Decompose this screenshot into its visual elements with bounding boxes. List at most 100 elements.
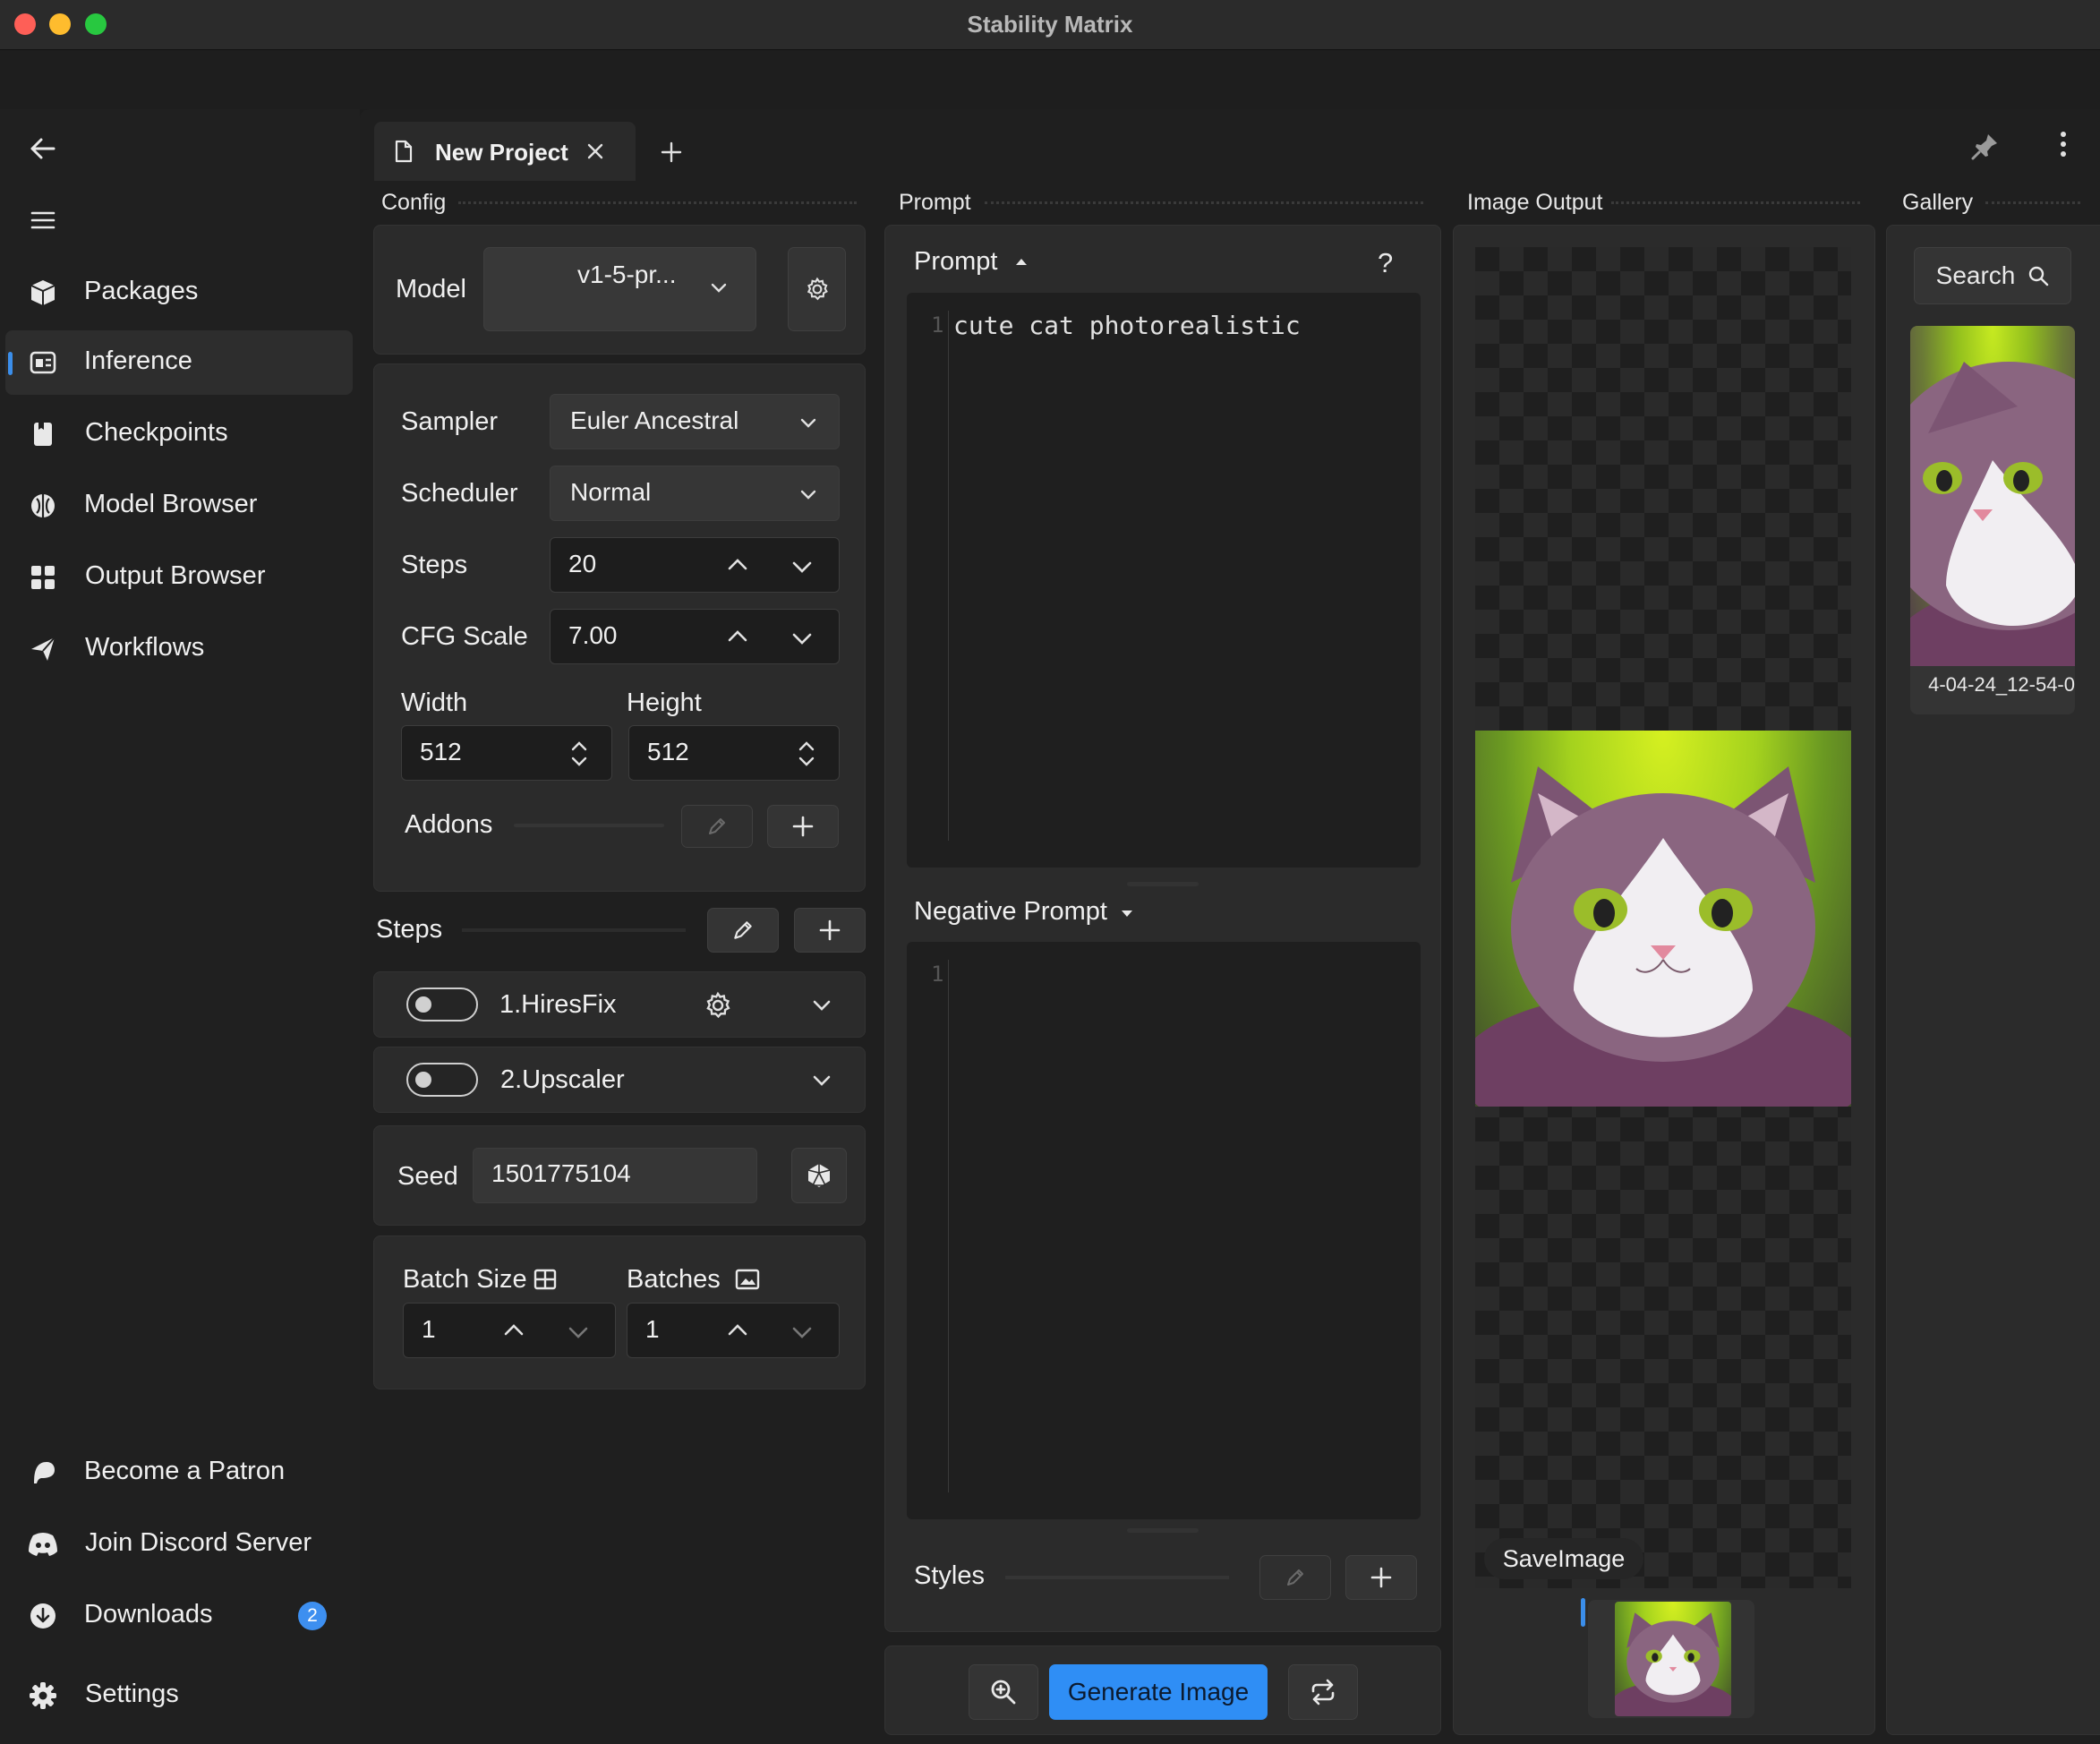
sampler-select[interactable]: Euler Ancestral bbox=[550, 394, 840, 449]
sidebar-item-downloads[interactable]: Downloads 2 bbox=[5, 1584, 353, 1648]
up-down-icon[interactable] bbox=[796, 739, 817, 769]
header-divider bbox=[985, 201, 1423, 204]
generate-image-button[interactable]: Generate Image bbox=[1049, 1664, 1268, 1720]
width-value: 512 bbox=[420, 738, 462, 765]
chevron-down-icon[interactable] bbox=[790, 1321, 814, 1343]
plus-icon bbox=[791, 815, 815, 838]
header-divider bbox=[1611, 201, 1860, 204]
hamburger-menu-icon[interactable] bbox=[27, 204, 59, 236]
step-item-upscaler[interactable]: 2.Upscaler bbox=[373, 1047, 866, 1113]
steps-stepper[interactable]: 20 bbox=[550, 537, 840, 593]
checkpoints-icon bbox=[27, 418, 59, 450]
pin-icon[interactable] bbox=[1970, 131, 2001, 161]
chevron-down-icon[interactable] bbox=[811, 997, 832, 1013]
close-tab-icon[interactable] bbox=[585, 141, 605, 161]
hiresfix-toggle[interactable] bbox=[406, 987, 478, 1022]
up-down-icon[interactable] bbox=[568, 739, 590, 769]
batches-stepper[interactable]: 1 bbox=[627, 1303, 840, 1358]
model-browser-icon bbox=[27, 490, 59, 522]
seed-input[interactable]: 1501775104 bbox=[473, 1148, 757, 1203]
config-header: Config bbox=[381, 190, 447, 215]
edit-steps-button[interactable] bbox=[707, 908, 779, 953]
model-label: Model bbox=[396, 275, 466, 303]
caret-down-icon[interactable] bbox=[1120, 908, 1134, 919]
add-step-button[interactable] bbox=[794, 908, 866, 953]
cfg-scale-stepper[interactable]: 7.00 bbox=[550, 609, 840, 664]
cfg-scale-label: CFG Scale bbox=[401, 622, 528, 651]
width-input[interactable]: 512 bbox=[401, 725, 612, 781]
height-input[interactable]: 512 bbox=[628, 725, 840, 781]
sidebar-item-label: Model Browser bbox=[84, 490, 258, 518]
sidebar-item-model-browser[interactable]: Model Browser bbox=[5, 474, 353, 538]
chevron-down-icon[interactable] bbox=[790, 628, 814, 649]
chevron-up-icon[interactable] bbox=[726, 1320, 749, 1341]
edit-addons-button[interactable] bbox=[681, 805, 753, 848]
sidebar-item-packages[interactable]: Packages bbox=[5, 261, 353, 325]
negative-prompt-editor[interactable]: 1 bbox=[907, 942, 1421, 1519]
chevron-down-icon[interactable] bbox=[790, 556, 814, 577]
add-style-button[interactable] bbox=[1345, 1555, 1417, 1600]
sidebar-item-settings[interactable]: Settings bbox=[5, 1663, 353, 1728]
tab-new-project[interactable]: New Project bbox=[374, 122, 636, 181]
save-image-label: SaveImage bbox=[1502, 1544, 1626, 1572]
plus-icon bbox=[1370, 1566, 1393, 1589]
model-select[interactable]: v1-5-pr... bbox=[483, 247, 756, 331]
model-settings-button[interactable] bbox=[788, 247, 846, 331]
steps-value: 20 bbox=[568, 550, 597, 577]
gallery-item-caption: 4-04-24_12-54-0 bbox=[1928, 673, 2075, 696]
chevron-down-icon[interactable] bbox=[811, 1073, 832, 1089]
batch-size-stepper[interactable]: 1 bbox=[403, 1303, 616, 1358]
back-arrow-icon[interactable] bbox=[27, 133, 59, 165]
chevron-up-icon[interactable] bbox=[502, 1320, 525, 1341]
pencil-icon bbox=[706, 816, 728, 837]
gear-icon[interactable] bbox=[704, 991, 732, 1020]
addons-label: Addons bbox=[405, 810, 493, 839]
sidebar-item-discord[interactable]: Join Discord Server bbox=[5, 1512, 353, 1577]
sidebar-item-output-browser[interactable]: Output Browser bbox=[5, 545, 353, 610]
prompt-editor[interactable]: 1 cute cat photorealistic bbox=[907, 293, 1421, 868]
auto-repeat-button[interactable] bbox=[1288, 1664, 1358, 1720]
chevron-up-icon[interactable] bbox=[726, 626, 749, 647]
prompt-text: cute cat photorealistic bbox=[953, 311, 1301, 340]
random-seed-button[interactable] bbox=[791, 1148, 847, 1203]
step-item-label: 1.HiresFix bbox=[499, 990, 617, 1019]
magnifier-plus-icon bbox=[990, 1679, 1017, 1706]
prompt-help-button[interactable]: ? bbox=[1378, 247, 1393, 279]
batches-value: 1 bbox=[645, 1315, 660, 1343]
output-canvas[interactable]: SaveImage bbox=[1475, 247, 1851, 1588]
upscaler-toggle[interactable] bbox=[406, 1063, 478, 1097]
chevron-down-icon[interactable] bbox=[567, 1321, 590, 1343]
top-drag-area bbox=[0, 50, 2100, 109]
edit-styles-button[interactable] bbox=[1259, 1555, 1331, 1600]
gallery-search-button[interactable]: Search bbox=[1914, 247, 2071, 304]
patreon-icon bbox=[27, 1457, 59, 1489]
batch-card: Batch Size Batches 1 1 bbox=[373, 1235, 866, 1389]
add-addon-button[interactable] bbox=[767, 805, 839, 848]
inference-icon bbox=[27, 346, 59, 379]
sidebar-item-patron[interactable]: Become a Patron bbox=[5, 1441, 353, 1505]
package-icon bbox=[27, 277, 59, 309]
sidebar-item-label: Settings bbox=[85, 1680, 179, 1708]
resize-handle[interactable] bbox=[1127, 1528, 1199, 1533]
styles-divider bbox=[1005, 1576, 1229, 1579]
chevron-down-icon bbox=[710, 281, 728, 294]
active-indicator bbox=[8, 352, 13, 375]
seed-label: Seed bbox=[397, 1162, 458, 1191]
sidebar-item-inference[interactable]: Inference bbox=[5, 330, 353, 395]
resize-handle[interactable] bbox=[1127, 882, 1199, 886]
generate-bar: Generate Image bbox=[884, 1646, 1441, 1735]
scheduler-select[interactable]: Normal bbox=[550, 466, 840, 521]
step-item-hiresfix[interactable]: 1.HiresFix bbox=[373, 971, 866, 1038]
sidebar-item-workflows[interactable]: Workflows bbox=[5, 617, 353, 681]
generated-cat-image[interactable] bbox=[1475, 731, 1851, 1107]
sidebar-item-checkpoints[interactable]: Checkpoints bbox=[5, 402, 353, 466]
add-tab-icon[interactable] bbox=[660, 141, 683, 164]
sidebar-item-label: Packages bbox=[84, 277, 199, 305]
output-thumbnail-item[interactable] bbox=[1588, 1600, 1754, 1718]
caret-up-icon[interactable] bbox=[1014, 256, 1029, 267]
more-options-icon[interactable] bbox=[2053, 129, 2074, 159]
zoom-button[interactable] bbox=[969, 1664, 1038, 1720]
gallery-item[interactable]: 4-04-24_12-54-0 bbox=[1910, 326, 2075, 714]
save-image-node-chip[interactable]: SaveImage bbox=[1484, 1538, 1643, 1579]
chevron-up-icon[interactable] bbox=[726, 554, 749, 576]
